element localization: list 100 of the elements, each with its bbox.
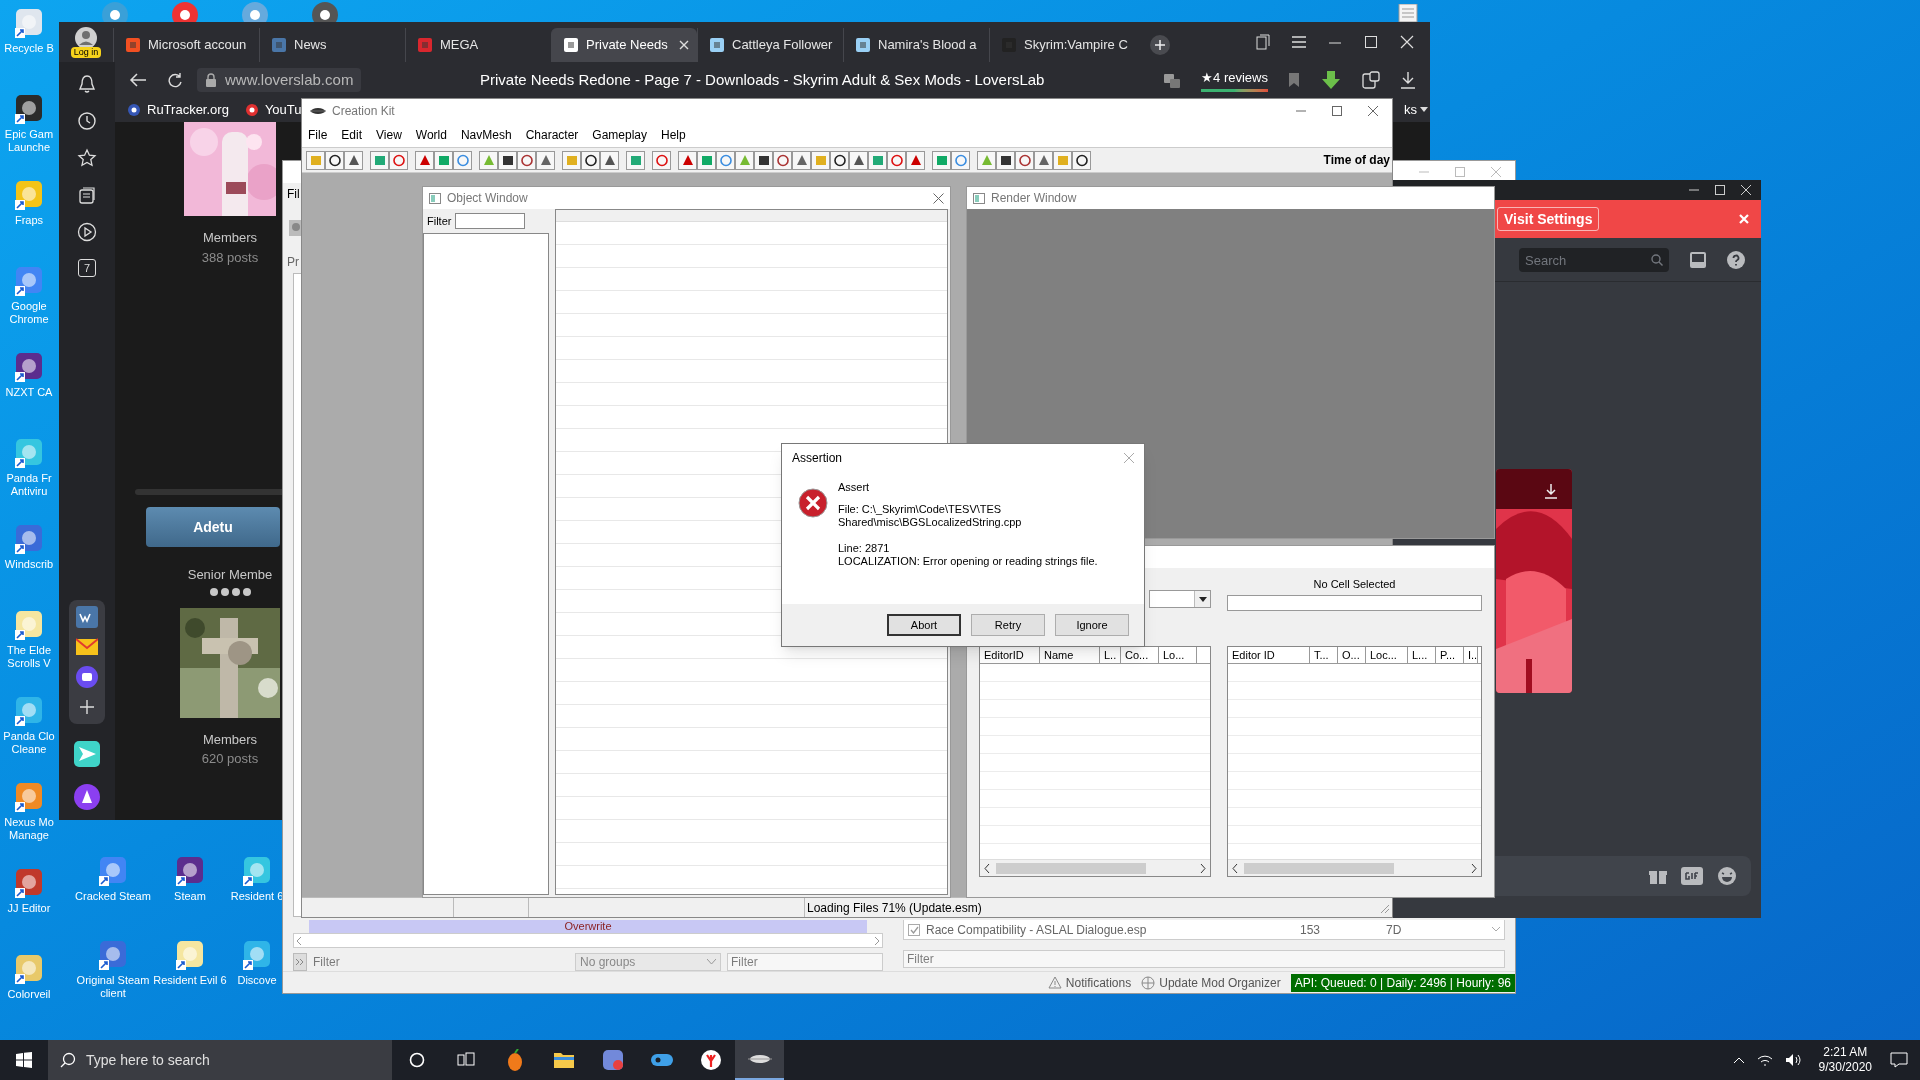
scroll-right-icon[interactable] <box>1471 863 1477 873</box>
task-view-icon[interactable] <box>456 1052 475 1068</box>
desktop-shortcut[interactable]: Nexus Mo Manage <box>0 776 58 862</box>
bookmark-link[interactable]: YouTu <box>244 100 302 120</box>
scroll-left-icon[interactable] <box>1232 863 1238 873</box>
cortana-icon[interactable] <box>408 1052 425 1068</box>
extensions-icon[interactable] <box>1362 71 1380 89</box>
desktop-shortcut[interactable]: Steam <box>152 850 228 934</box>
desktop-shortcut[interactable]: Original Steam client <box>74 934 152 1018</box>
desktop-shortcut[interactable]: Cracked Steam <box>74 850 152 934</box>
dialog-button[interactable]: Abort <box>887 614 961 636</box>
menu-item[interactable]: Help <box>661 126 686 144</box>
desktop-shortcut[interactable]: Resident Evil 6 <box>152 934 228 1018</box>
start-icon[interactable] <box>16 1052 32 1068</box>
notes-icon[interactable] <box>77 185 97 205</box>
clock[interactable]: 2:21 AM 9/30/2020 <box>1812 1045 1878 1075</box>
dialog-button[interactable]: Retry <box>971 614 1045 636</box>
collections-icon[interactable] <box>1256 34 1270 50</box>
toolbar-button[interactable] <box>830 150 849 170</box>
notifications-icon[interactable] <box>77 74 97 94</box>
menu-item[interactable]: File <box>308 126 328 144</box>
game-app-icon[interactable] <box>649 1051 674 1069</box>
folder-icon[interactable] <box>552 1051 575 1069</box>
mail-icon[interactable] <box>76 636 98 658</box>
assistant-icon[interactable] <box>74 784 100 810</box>
download-icon[interactable] <box>1400 71 1416 89</box>
toolbar-button[interactable] <box>1072 150 1091 170</box>
bookmarks-menu[interactable]: ks <box>1404 100 1428 120</box>
toolbar-button[interactable] <box>581 150 600 170</box>
menu-item[interactable]: Edit <box>341 126 363 144</box>
plugin-row[interactable]: Race Compatibility - ASLAL Dialogue.esp 153 7D <box>903 920 1505 940</box>
play-icon[interactable] <box>77 222 97 242</box>
filter-field[interactable]: Filter <box>903 950 1505 968</box>
chat-app-icon[interactable] <box>76 606 98 628</box>
scrollbar[interactable] <box>1228 859 1481 876</box>
new-tab-icon[interactable] <box>1149 34 1171 56</box>
send-icon[interactable] <box>74 741 100 767</box>
search-field[interactable]: Type here to search <box>48 1040 392 1080</box>
menu-item[interactable]: Gameplay <box>592 126 648 144</box>
settings-button[interactable]: Visit Settings <box>1497 207 1600 231</box>
editor-app-icon[interactable] <box>747 1052 772 1066</box>
author-name[interactable]: Adetu <box>146 507 280 547</box>
bookmark-icon[interactable] <box>1288 72 1300 88</box>
toolbar-button[interactable] <box>498 150 517 170</box>
volume-icon[interactable] <box>1784 1053 1801 1067</box>
toolbar-button[interactable] <box>600 150 619 170</box>
desktop-shortcut[interactable]: JJ Editor <box>0 862 58 948</box>
counter-badge[interactable]: 7 <box>78 259 96 277</box>
download-icon[interactable] <box>1544 483 1558 499</box>
dialog-button[interactable]: Ignore <box>1055 614 1129 636</box>
menu-item[interactable]: NavMesh <box>460 126 512 144</box>
history-icon[interactable] <box>77 111 97 131</box>
download-icon[interactable] <box>1320 70 1342 90</box>
plugin-checkbox[interactable] <box>908 923 920 936</box>
emoji-icon[interactable] <box>1717 866 1737 886</box>
menu-icon[interactable] <box>1292 36 1306 48</box>
gif-icon[interactable] <box>1681 867 1703 885</box>
search-field[interactable]: Search <box>1519 248 1669 272</box>
browser-tab[interactable]: Private Needs <box>551 28 697 62</box>
inbox-icon[interactable] <box>1689 250 1707 269</box>
avatar-icon[interactable] <box>75 26 97 49</box>
network-icon[interactable] <box>1756 1053 1773 1067</box>
overwrite-row[interactable]: Overwrite <box>309 920 867 933</box>
star-icon[interactable] <box>77 148 97 168</box>
maximize-icon[interactable] <box>1332 106 1342 116</box>
toolbar-button[interactable] <box>517 150 536 170</box>
scroll-left-icon[interactable] <box>984 863 990 873</box>
address-field[interactable]: www.loverslab.com <box>197 68 362 92</box>
help-icon[interactable] <box>1727 250 1745 269</box>
toolbar-button[interactable] <box>849 150 868 170</box>
cell-field[interactable] <box>1227 594 1482 611</box>
filter-field[interactable]: Filter <box>313 953 569 971</box>
toolbar-button[interactable] <box>996 150 1015 170</box>
scroll-thumb[interactable] <box>1244 862 1394 874</box>
toolbar-button[interactable] <box>754 150 773 170</box>
browser-app-icon[interactable] <box>699 1049 722 1071</box>
toolbar-button[interactable] <box>344 150 363 170</box>
expand-button[interactable] <box>293 953 307 971</box>
notification-center-icon[interactable] <box>1890 1052 1908 1068</box>
update-button[interactable]: Update Mod Organizer <box>1141 973 1281 992</box>
login-badge[interactable]: Log in <box>70 46 102 58</box>
menu-item[interactable]: Character <box>525 126 579 144</box>
show-hidden-icon[interactable] <box>1732 1056 1745 1064</box>
toolbar-button[interactable] <box>773 150 792 170</box>
menu-item[interactable]: World <box>415 126 447 144</box>
notifications-button[interactable]: Notifications <box>1047 973 1132 992</box>
filter-field[interactable]: Filter <box>727 953 883 971</box>
back-icon[interactable] <box>129 72 147 88</box>
bookmark-link[interactable]: RuTracker.org <box>127 100 229 120</box>
close-icon[interactable] <box>1368 106 1378 116</box>
reviews-link[interactable]: ★4 reviews <box>1201 68 1268 92</box>
scrollbar[interactable] <box>980 859 1210 876</box>
desktop-shortcut[interactable]: Colorveil <box>0 948 58 1034</box>
translate-icon[interactable] <box>1163 71 1182 89</box>
menu-item[interactable]: View <box>376 126 402 144</box>
close-icon[interactable] <box>933 192 944 204</box>
reload-icon[interactable] <box>167 72 183 88</box>
scroll-right-icon[interactable] <box>1200 863 1206 873</box>
messenger-icon[interactable] <box>76 666 98 688</box>
chat-app-icon[interactable] <box>601 1049 624 1071</box>
